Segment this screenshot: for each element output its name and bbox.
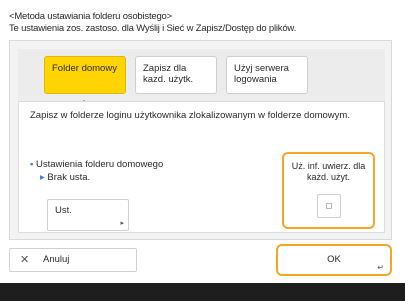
- checkbox-empty-icon: [326, 203, 332, 209]
- bullet-icon: •: [30, 159, 34, 170]
- settings-panel: Folder domowy Zapisz dla kazd. użytk. Uż…: [9, 40, 392, 240]
- setting-label-text: Ustawienia folderu domowego: [35, 159, 164, 170]
- setting-value-text: Brak usta.: [47, 172, 91, 183]
- tab-home-folder[interactable]: Folder domowy: [44, 56, 126, 94]
- home-folder-setting-value: ▸ Brak usta.: [40, 172, 90, 183]
- tab-login-server[interactable]: Użyj serwera logowania: [226, 56, 308, 94]
- cancel-button[interactable]: ✕ Anuluj: [9, 248, 137, 272]
- auth-info-toggle-group: Uż. inf. uwierz. dla każd. użyt.: [282, 152, 375, 229]
- home-folder-setting-label: • Ustawienia folderu domowego: [30, 159, 163, 170]
- settings-button-label: Ust.: [55, 205, 72, 216]
- settings-button[interactable]: Ust. ▸: [47, 199, 129, 231]
- auth-info-toggle-label: Uż. inf. uwierz. dla każd. użyt.: [291, 161, 366, 182]
- close-icon: ✕: [20, 254, 30, 266]
- tab-save-per-user[interactable]: Zapisz dla kazd. użytk.: [135, 56, 217, 94]
- ok-button[interactable]: OK ↵: [276, 244, 392, 276]
- description-text: Zapisz w folderze loginu użytkownika zlo…: [30, 110, 350, 121]
- header-subtitle: Te ustawienia zos. zastoso. dla Wyślij i…: [9, 23, 297, 34]
- ok-button-label: OK: [327, 254, 341, 265]
- enter-corner-icon: ↵: [377, 263, 384, 272]
- arrow-bullet-icon: ▸: [40, 172, 45, 183]
- bottom-status-bar: [0, 283, 405, 301]
- tab-content: Zapisz w folderze loginu użytkownika zlo…: [18, 101, 385, 233]
- header-title: <Metoda ustawiania folderu osobistego>: [9, 11, 172, 22]
- auth-info-checkbox[interactable]: [317, 194, 341, 218]
- expand-corner-icon: ▸: [120, 220, 124, 227]
- cancel-button-label: Anuluj: [43, 254, 70, 265]
